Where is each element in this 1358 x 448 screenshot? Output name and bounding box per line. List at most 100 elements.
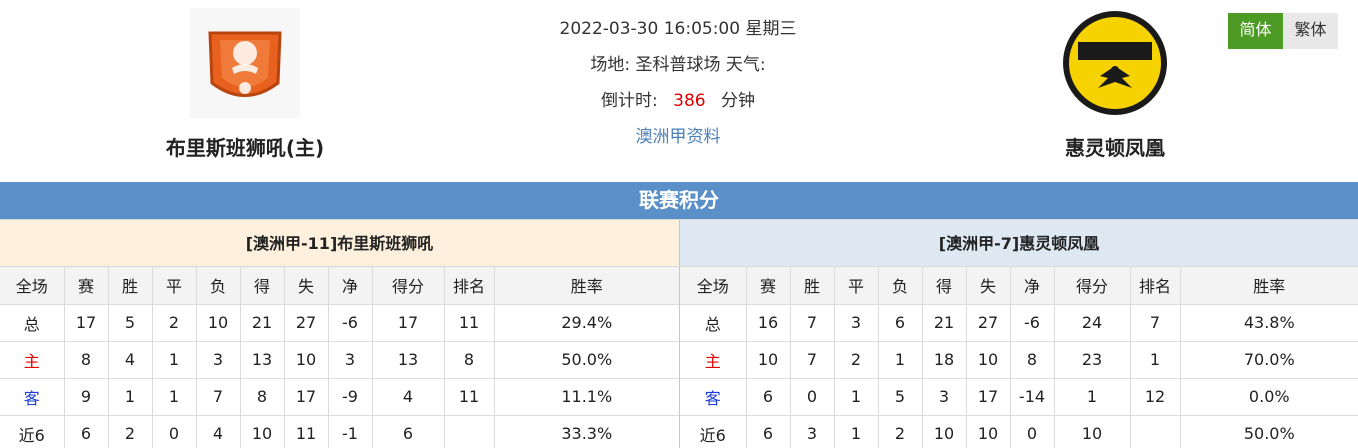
- table-cell: 9: [64, 378, 109, 416]
- table-cell: 1: [1054, 378, 1131, 416]
- away-team: 惠灵顿凤凰: [1040, 0, 1190, 161]
- table-cell: 10: [284, 341, 329, 379]
- table-cell: 1: [108, 378, 153, 416]
- column-header: 失: [284, 267, 329, 305]
- table-row: 总 17 5 2 10 21 27 -6 17 11 29.4%: [0, 304, 679, 342]
- table-cell: 0.0%: [1180, 378, 1358, 416]
- weather-label: 天气:: [725, 55, 766, 75]
- table-cell: 6: [372, 415, 445, 448]
- table-cell: 50.0%: [1180, 415, 1358, 448]
- table-cell: 13: [240, 341, 285, 379]
- table-cell: 10: [966, 341, 1011, 379]
- column-header: 赛: [64, 267, 109, 305]
- table-cell: [1130, 415, 1181, 448]
- table-cell: 0: [1010, 415, 1055, 448]
- away-standings-table: 全场 赛 胜 平 负 得 失 净 得分 排名 胜率 总 16 7 3 6 21 27 -6 24…: [680, 267, 1358, 448]
- row-label: 近6: [680, 415, 747, 448]
- column-header: 得分: [1054, 267, 1131, 305]
- home-team-name: 布里斯班狮吼(主): [165, 136, 325, 160]
- table-cell: 1: [1130, 341, 1181, 379]
- home-team: 布里斯班狮吼(主): [150, 0, 340, 161]
- match-venue-weather: 场地: 圣科普球场 天气:: [478, 50, 878, 86]
- match-info: 2022-03-30 16:05:00 星期三 场地: 圣科普球场 天气: 倒计…: [478, 14, 878, 158]
- table-cell: 5: [878, 378, 923, 416]
- table-cell: 0: [790, 378, 835, 416]
- table-cell: 17: [966, 378, 1011, 416]
- traditional-chinese-button[interactable]: 繁体: [1283, 13, 1338, 49]
- column-header: 排名: [1130, 267, 1181, 305]
- table-cell: 6: [746, 378, 791, 416]
- countdown-unit: 分钟: [721, 91, 755, 111]
- table-cell: 8: [240, 378, 285, 416]
- table-cell: 11: [444, 304, 495, 342]
- table-row: 客 9 1 1 7 8 17 -9 4 11 11.1%: [0, 378, 679, 416]
- simplified-chinese-button[interactable]: 简体: [1228, 13, 1283, 49]
- table-cell: 7: [196, 378, 241, 416]
- away-standings-panel: [澳洲甲-7]惠灵顿凤凰 全场 赛 胜 平 负 得 失 净 得分 排名 胜率 总…: [679, 219, 1358, 448]
- table-cell: 1: [152, 378, 197, 416]
- wellington-phoenix-crest-icon: [1060, 8, 1170, 118]
- standings-banner: 联赛积分: [0, 182, 1358, 219]
- table-cell: 21: [240, 304, 285, 342]
- table-cell: 10: [240, 415, 285, 448]
- language-switch: 简体 繁体: [1228, 13, 1338, 49]
- table-cell: 27: [966, 304, 1011, 342]
- table-cell: 8: [1010, 341, 1055, 379]
- table-row: 总 16 7 3 6 21 27 -6 24 7 43.8%: [680, 304, 1358, 342]
- column-header: 全场: [680, 267, 747, 305]
- row-label: 主: [0, 341, 65, 379]
- table-cell: 10: [966, 415, 1011, 448]
- row-label: 主: [680, 341, 747, 379]
- table-cell: 33.3%: [494, 415, 679, 448]
- league-info-link[interactable]: 澳洲甲资料: [636, 127, 721, 147]
- column-header: 赛: [746, 267, 791, 305]
- table-cell: 2: [834, 341, 879, 379]
- match-datetime: 2022-03-30 16:05:00 星期三: [478, 14, 878, 50]
- match-header: 布里斯班狮吼(主) 2022-03-30 16:05:00 星期三 场地: 圣科…: [0, 0, 1358, 182]
- column-header: 胜率: [494, 267, 679, 305]
- table-cell: -1: [328, 415, 373, 448]
- table-cell: 43.8%: [1180, 304, 1358, 342]
- table-cell: 11: [284, 415, 329, 448]
- brisbane-roar-crest-icon: [190, 8, 300, 118]
- table-cell: 6: [64, 415, 109, 448]
- table-cell: 29.4%: [494, 304, 679, 342]
- home-standings-title: [澳洲甲-11]布里斯班狮吼: [0, 220, 679, 267]
- table-cell: 6: [878, 304, 923, 342]
- table-cell: 18: [922, 341, 967, 379]
- table-cell: 7: [1130, 304, 1181, 342]
- table-cell: 3: [834, 304, 879, 342]
- table-cell: 11: [444, 378, 495, 416]
- column-header: 得分: [372, 267, 445, 305]
- column-header: 得: [240, 267, 285, 305]
- table-cell: 17: [372, 304, 445, 342]
- home-table-body: 总 17 5 2 10 21 27 -6 17 11 29.4% 主 8 4 1 3 13 10 3 13 8 50.0%…: [0, 304, 679, 448]
- table-cell: 1: [152, 341, 197, 379]
- home-standings-panel: [澳洲甲-11]布里斯班狮吼 全场 赛 胜 平 负 得 失 净 得分 排名 胜率…: [0, 219, 679, 448]
- table-cell: 50.0%: [494, 341, 679, 379]
- table-cell: 17: [284, 378, 329, 416]
- table-cell: [444, 415, 495, 448]
- table-cell: 17: [64, 304, 109, 342]
- table-cell: -6: [1010, 304, 1055, 342]
- column-header: 胜率: [1180, 267, 1358, 305]
- table-cell: 1: [878, 341, 923, 379]
- table-cell: -14: [1010, 378, 1055, 416]
- table-cell: 10: [1054, 415, 1131, 448]
- venue-text: 圣科普球场: [635, 55, 721, 75]
- row-label: 客: [0, 378, 65, 416]
- table-cell: 5: [108, 304, 153, 342]
- match-countdown: 倒计时: 386 分钟: [478, 86, 878, 122]
- table-cell: 10: [922, 415, 967, 448]
- table-cell: 6: [746, 415, 791, 448]
- table-cell: 4: [372, 378, 445, 416]
- countdown-value: 386: [673, 91, 706, 111]
- column-header: 胜: [790, 267, 835, 305]
- table-cell: 3: [790, 415, 835, 448]
- column-header: 得: [922, 267, 967, 305]
- column-header: 排名: [444, 267, 495, 305]
- weekday-text: 星期三: [745, 19, 797, 39]
- row-label: 总: [0, 304, 65, 342]
- table-cell: 4: [196, 415, 241, 448]
- table-row: 主 10 7 2 1 18 10 8 23 1 70.0%: [680, 341, 1358, 379]
